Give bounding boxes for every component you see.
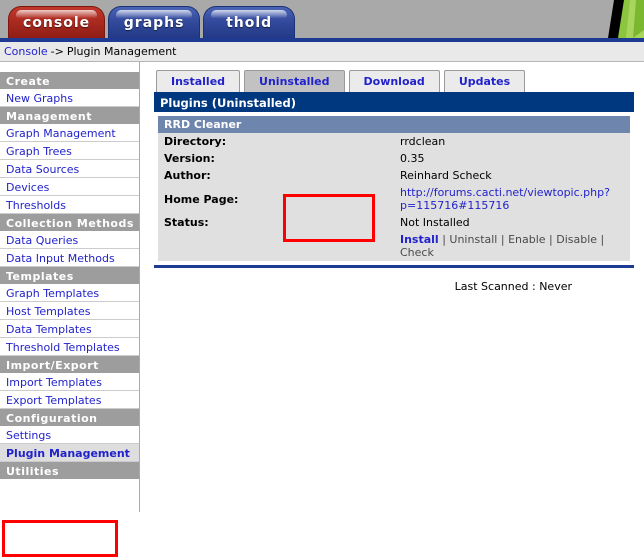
table-row: Version: 0.35 [158, 150, 630, 167]
breadcrumb-link-console[interactable]: Console [4, 45, 48, 58]
disable-link-disabled: Disable [556, 233, 598, 246]
sidebar-item-settings[interactable]: Settings [0, 426, 139, 444]
annotation-box-plugin-management [2, 520, 118, 557]
row-label-version: Version: [158, 150, 394, 167]
plugin-action-links: Install | Uninstall | Enable | Disable |… [394, 231, 630, 261]
nav-tab-thold[interactable]: thold [203, 6, 296, 38]
nav-tab-graphs[interactable]: graphs [108, 6, 201, 38]
sidebar-item-data-input-methods[interactable]: Data Input Methods [0, 249, 139, 267]
plugin-name: RRD Cleaner [158, 116, 630, 133]
row-label-directory: Directory: [158, 133, 394, 150]
row-label-actions-spacer [158, 231, 394, 261]
sidebar-header-configuration: Configuration [0, 409, 139, 426]
plugin-home-page-link[interactable]: http://forums.cacti.net/viewtopic.php?p=… [400, 186, 610, 212]
sidebar-item-data-sources[interactable]: Data Sources [0, 160, 139, 178]
page-body: Create New Graphs Management Graph Manag… [0, 62, 644, 557]
sidebar-header-import-export: Import/Export [0, 356, 139, 373]
top-navigation-bar: console graphs thold [0, 0, 644, 38]
row-label-author: Author: [158, 167, 394, 184]
row-label-home-page: Home Page: [158, 184, 394, 214]
sidebar-header-create: Create [0, 72, 139, 89]
enable-link-disabled: Enable [508, 233, 546, 246]
tab-download[interactable]: Download [348, 70, 440, 92]
panel-title: Plugins (Uninstalled) [154, 92, 634, 112]
content-tab-row: Installed Uninstalled Download Updates [154, 70, 634, 92]
plugin-name-row: RRD Cleaner [158, 116, 630, 133]
sidebar-item-graph-management[interactable]: Graph Management [0, 124, 139, 142]
sidebar-item-graph-trees[interactable]: Graph Trees [0, 142, 139, 160]
table-row: Status: Not Installed [158, 214, 630, 231]
row-value-home-page: http://forums.cacti.net/viewtopic.php?p=… [394, 184, 630, 214]
sidebar-item-new-graphs[interactable]: New Graphs [0, 89, 139, 107]
sidebar-header-collection-methods: Collection Methods [0, 214, 139, 231]
sidebar: Create New Graphs Management Graph Manag… [0, 62, 140, 557]
action-separator: | [545, 233, 557, 246]
breadcrumb-separator: -> [50, 45, 64, 58]
table-row: Install | Uninstall | Enable | Disable |… [158, 231, 630, 261]
top-nav-tabs: console graphs thold [8, 6, 296, 38]
uninstall-link-disabled: Uninstall [449, 233, 498, 246]
last-scanned-text: Last Scanned : Never [454, 280, 572, 293]
sidebar-item-plugin-management[interactable]: Plugin Management [0, 444, 139, 462]
status-badge: Not Installed [394, 214, 630, 231]
sidebar-header-management: Management [0, 107, 139, 124]
action-separator: | [497, 233, 509, 246]
sidebar-item-data-queries[interactable]: Data Queries [0, 231, 139, 249]
row-value-author: Reinhard Scheck [394, 167, 630, 184]
tab-updates[interactable]: Updates [443, 70, 526, 92]
sidebar-header-templates: Templates [0, 267, 139, 284]
table-row: Directory: rrdclean [158, 133, 630, 150]
row-value-version: 0.35 [394, 150, 630, 167]
plugins-panel: Plugins (Uninstalled) RRD Cleaner Direct… [154, 92, 634, 268]
sidebar-item-import-templates[interactable]: Import Templates [0, 373, 139, 391]
sidebar-item-thresholds[interactable]: Thresholds [0, 196, 139, 214]
row-label-status: Status: [158, 214, 394, 231]
install-link[interactable]: Install [400, 233, 439, 246]
breadcrumb: Console -> Plugin Management [0, 42, 644, 62]
main-content: Installed Uninstalled Download Updates P… [140, 62, 644, 512]
panel-inner: RRD Cleaner Directory: rrdclean Version:… [154, 112, 634, 265]
action-separator: | [438, 233, 450, 246]
sidebar-item-graph-templates[interactable]: Graph Templates [0, 284, 139, 302]
table-row: Home Page: http://forums.cacti.net/viewt… [158, 184, 630, 214]
cacti-leaf-logo-icon [600, 0, 644, 38]
sidebar-item-export-templates[interactable]: Export Templates [0, 391, 139, 409]
sidebar-item-host-templates[interactable]: Host Templates [0, 302, 139, 320]
nav-tab-console[interactable]: console [8, 6, 106, 38]
tab-uninstalled[interactable]: Uninstalled [244, 70, 345, 92]
breadcrumb-current: Plugin Management [66, 45, 177, 58]
sidebar-item-threshold-templates[interactable]: Threshold Templates [0, 338, 139, 356]
table-row: Author: Reinhard Scheck [158, 167, 630, 184]
action-separator: | [597, 233, 605, 246]
sidebar-item-devices[interactable]: Devices [0, 178, 139, 196]
tab-installed[interactable]: Installed [156, 70, 241, 92]
sidebar-header-utilities: Utilities [0, 462, 139, 479]
row-value-directory: rrdclean [394, 133, 630, 150]
plugin-details-table: RRD Cleaner Directory: rrdclean Version:… [158, 116, 630, 261]
check-link-disabled: Check [400, 246, 434, 259]
sidebar-item-data-templates[interactable]: Data Templates [0, 320, 139, 338]
